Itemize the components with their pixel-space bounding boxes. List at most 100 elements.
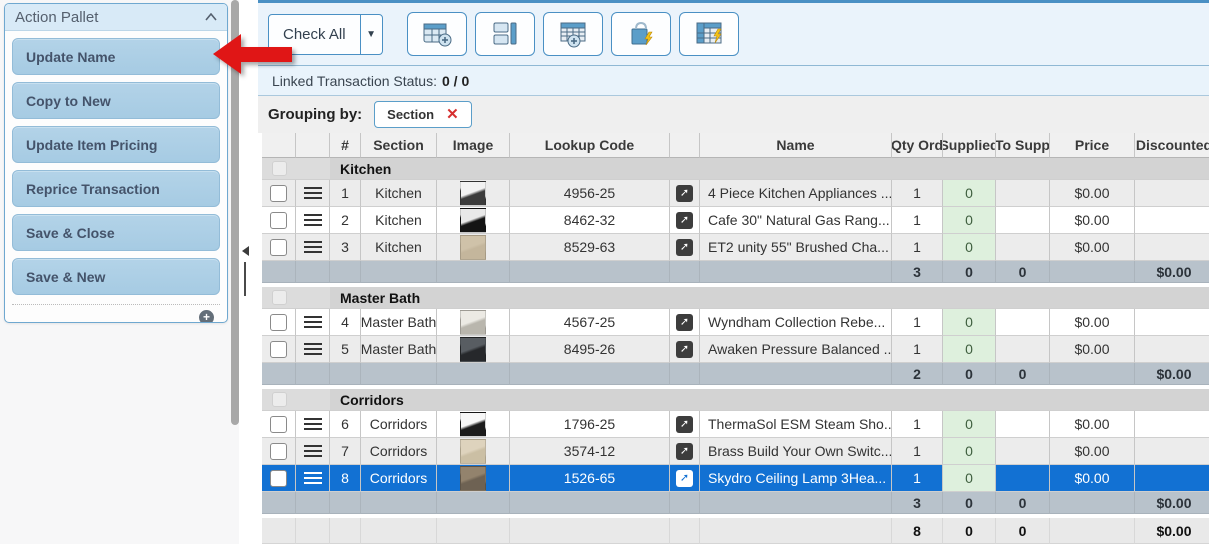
row-name: ThermaSol ESM Steam Sho... — [700, 411, 892, 438]
group-checkbox[interactable] — [272, 392, 287, 407]
open-item-icon[interactable]: ➚ — [676, 212, 693, 229]
row-supplied: 0 — [943, 309, 996, 336]
table-row[interactable]: 2Kitchen8462-32➚Cafe 30" Natural Gas Ran… — [262, 207, 1209, 234]
column-header-price[interactable]: Price — [1050, 133, 1135, 158]
column-header-section[interactable]: Section — [361, 133, 437, 158]
drag-handle-icon[interactable] — [304, 472, 322, 484]
row-name: Cafe 30" Natural Gas Rang... — [700, 207, 892, 234]
row-checkbox[interactable] — [270, 314, 287, 331]
row-checkbox[interactable] — [270, 341, 287, 358]
chip-remove-icon[interactable]: ✕ — [446, 107, 459, 122]
row-checkbox[interactable] — [270, 212, 287, 229]
check-all-dropdown[interactable]: ▼ — [360, 15, 382, 54]
red-pointer-arrow-tail — [240, 47, 292, 62]
row-discounted — [1135, 207, 1209, 234]
row-checkbox[interactable] — [270, 443, 287, 460]
table-row[interactable]: 8Corridors1526-65➚Skydro Ceiling Lamp 3H… — [262, 465, 1209, 492]
subtotal-price — [1050, 261, 1135, 283]
drag-handle-icon[interactable] — [304, 241, 322, 253]
row-drag-cell — [296, 411, 330, 438]
update-name-button[interactable]: Update Name — [12, 38, 220, 75]
drag-handle-icon[interactable] — [304, 214, 322, 226]
table-row[interactable]: 7Corridors3574-12➚Brass Build Your Own S… — [262, 438, 1209, 465]
drag-handle-icon[interactable] — [304, 343, 322, 355]
open-item-icon[interactable]: ➚ — [676, 239, 693, 256]
copy-to-new-button[interactable]: Copy to New — [12, 82, 220, 119]
column-header-name[interactable]: Name — [700, 133, 892, 158]
splitter-handle[interactable] — [244, 262, 246, 296]
chevron-up-icon[interactable] — [205, 13, 217, 21]
main-area: Check All ▼ — [258, 0, 1209, 544]
group-name: Master Bath — [330, 287, 1209, 309]
subtotal-check — [262, 261, 296, 283]
open-item-icon[interactable]: ➚ — [676, 341, 693, 358]
row-check-cell — [262, 309, 296, 336]
save-new-button[interactable]: Save & New — [12, 258, 220, 295]
row-checkbox[interactable] — [270, 239, 287, 256]
save-close-button[interactable]: Save & Close — [12, 214, 220, 251]
row-checkbox[interactable] — [270, 416, 287, 433]
table-row[interactable]: 3Kitchen8529-63➚ET2 unity 55" Brushed Ch… — [262, 234, 1209, 261]
subtotal-popup — [670, 363, 700, 385]
update-item-pricing-button[interactable]: Update Item Pricing — [12, 126, 220, 163]
group-checkbox-cell — [262, 287, 296, 309]
drag-handle-icon[interactable] — [304, 445, 322, 457]
table-lightning-button[interactable] — [679, 12, 739, 56]
row-to-supply — [996, 438, 1050, 465]
column-header-check — [262, 133, 296, 158]
column-header-num[interactable]: # — [330, 133, 361, 158]
group-drag-cell — [296, 287, 330, 309]
row-number: 4 — [330, 309, 361, 336]
row-image-cell — [437, 309, 510, 336]
table-row[interactable]: 1Kitchen4956-25➚4 Piece Kitchen Applianc… — [262, 180, 1209, 207]
row-to-supply — [996, 309, 1050, 336]
row-drag-cell — [296, 180, 330, 207]
drag-handle-icon[interactable] — [304, 316, 322, 328]
column-header-image[interactable]: Image — [437, 133, 510, 158]
row-discounted — [1135, 438, 1209, 465]
action-pallet-header[interactable]: Action Pallet — [5, 4, 227, 31]
drag-handle-icon[interactable] — [304, 187, 322, 199]
split-view-button[interactable] — [475, 12, 535, 56]
drag-handle-icon[interactable] — [304, 418, 322, 430]
subtotal-name — [700, 261, 892, 283]
table-row[interactable]: 6Corridors1796-25➚ThermaSol ESM Steam Sh… — [262, 411, 1209, 438]
row-check-cell — [262, 438, 296, 465]
purchase-lightning-button[interactable] — [611, 12, 671, 56]
open-item-icon[interactable]: ➚ — [676, 443, 693, 460]
column-header-qty[interactable]: Qty Ord — [892, 133, 943, 158]
open-item-icon[interactable]: ➚ — [676, 470, 693, 487]
row-discounted — [1135, 180, 1209, 207]
table-row[interactable]: 5Master Bath8495-26➚Awaken Pressure Bala… — [262, 336, 1209, 363]
plus-circle-icon[interactable]: + — [199, 310, 214, 323]
table-row[interactable]: 4Master Bath4567-25➚Wyndham Collection R… — [262, 309, 1209, 336]
column-header-lookup[interactable]: Lookup Code — [510, 133, 670, 158]
open-item-icon[interactable]: ➚ — [676, 314, 693, 331]
column-header-discounted[interactable]: Discounted — [1135, 133, 1209, 158]
group-checkbox-cell — [262, 158, 296, 180]
row-number: 6 — [330, 411, 361, 438]
row-checkbox[interactable] — [270, 470, 287, 487]
group-header-row: Master Bath — [262, 287, 1209, 309]
group-checkbox[interactable] — [272, 290, 287, 305]
open-item-icon[interactable]: ➚ — [676, 185, 693, 202]
column-header-tosupp[interactable]: To Supp — [996, 133, 1050, 158]
add-table-button[interactable] — [543, 12, 603, 56]
group-checkbox[interactable] — [272, 161, 287, 176]
column-header-supplied[interactable]: Supplied — [943, 133, 996, 158]
subtotal-lookup — [510, 492, 670, 514]
grand-total-qty: 8 — [892, 518, 943, 544]
subtotal-section — [361, 261, 437, 283]
group-checkbox-cell — [262, 389, 296, 411]
product-thumbnail — [460, 181, 486, 206]
row-qty-ordered: 1 — [892, 207, 943, 234]
subtotal-image — [437, 363, 510, 385]
row-section: Master Bath — [361, 309, 437, 336]
row-price: $0.00 — [1050, 180, 1135, 207]
reprice-transaction-button[interactable]: Reprice Transaction — [12, 170, 220, 207]
grand-total-check — [262, 518, 296, 544]
row-checkbox[interactable] — [270, 185, 287, 202]
left-triangle-icon[interactable] — [242, 246, 249, 256]
open-item-icon[interactable]: ➚ — [676, 416, 693, 433]
add-grid-button[interactable] — [407, 12, 467, 56]
